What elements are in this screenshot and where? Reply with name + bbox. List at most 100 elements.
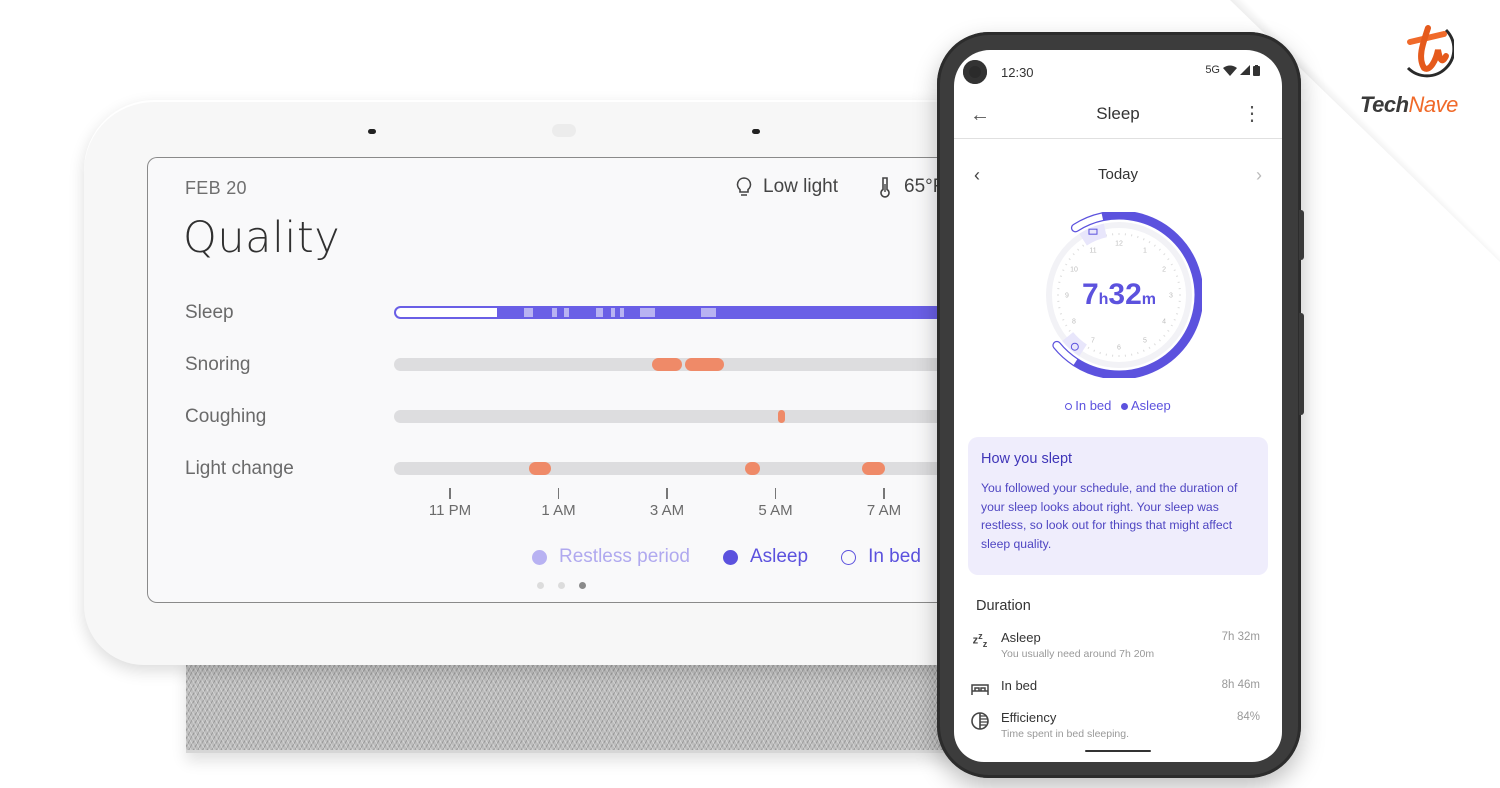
legend-in-bed: In bed <box>841 546 921 568</box>
wifi-icon <box>1223 65 1237 76</box>
duration-label: Efficiency <box>1001 710 1057 725</box>
duration-label: In bed <box>1001 678 1038 693</box>
status-bar: 12:30 5G <box>954 50 1282 94</box>
page-dot-2[interactable] <box>558 582 565 589</box>
speaker-fabric-base <box>186 655 956 753</box>
lightbulb-icon <box>736 177 752 196</box>
tick-label: 5 AM <box>758 502 793 519</box>
duration-minutes: 32 <box>1108 278 1142 311</box>
snoring-event <box>685 358 724 371</box>
hub-title: Quality <box>183 213 341 263</box>
axis-tick: 11 PM <box>420 488 480 519</box>
battery-icon <box>1253 64 1260 76</box>
legend-restless-label: Restless period <box>559 546 690 567</box>
app-title: Sleep <box>1096 104 1140 123</box>
signal-icon <box>1240 65 1250 75</box>
row-label-snoring: Snoring <box>185 354 251 375</box>
asleep-dot-icon <box>722 549 738 565</box>
insight-body: You followed your schedule, and the dura… <box>981 481 1238 551</box>
how-you-slept-card[interactable]: How you slept You followed your schedule… <box>968 437 1268 575</box>
technave-wordmark: TechNave <box>1360 92 1458 118</box>
axis-tick: 1 AM <box>529 488 589 519</box>
legend-asleep-label: Asleep <box>749 546 809 567</box>
hub-date: FEB 20 <box>185 178 247 198</box>
snoring-event <box>652 358 682 371</box>
technave-logo: TechNave <box>1356 20 1496 120</box>
tick-label: 1 AM <box>541 502 576 519</box>
page-dot-1[interactable] <box>537 582 544 589</box>
temperature-status: 65°F <box>874 175 944 199</box>
tick-mark <box>449 488 451 499</box>
sleep-dial: 12 1 2 3 4 5 6 7 8 9 10 11 7 h 32 m <box>1036 210 1204 380</box>
status-time: 12:30 <box>1001 65 1034 80</box>
row-label-light-change: Light change <box>185 458 294 479</box>
thermometer-icon <box>880 177 890 198</box>
brand-part-a: Tech <box>1360 92 1409 117</box>
legend-asleep: Asleep <box>722 546 809 568</box>
bed-icon <box>971 684 989 695</box>
legend-in-bed-label: In bed <box>868 546 921 567</box>
dial-legend-in-bed: In bed <box>1075 398 1112 413</box>
snoring-timeline <box>394 358 957 371</box>
efficiency-icon <box>971 712 989 730</box>
previous-day-chevron-icon[interactable]: ‹ <box>974 165 980 186</box>
duration-label: Asleep <box>1001 630 1041 645</box>
page-dot-3[interactable] <box>579 582 586 589</box>
duration-hours-unit: h <box>1098 291 1109 308</box>
tick-mark <box>883 488 885 499</box>
home-gesture-bar[interactable] <box>1085 750 1151 752</box>
axis-tick: 7 AM <box>854 488 914 519</box>
tick-label: 7 AM <box>866 502 902 519</box>
tick-mark <box>666 488 668 499</box>
restless-segment <box>619 308 625 317</box>
page-indicator[interactable] <box>537 582 586 589</box>
hub-sensor-right <box>752 129 760 134</box>
asleep-dot-icon <box>1121 403 1129 410</box>
dial-legend: In bed Asleep <box>954 398 1282 413</box>
duration-sub: Time spent in bed sleeping. <box>1001 728 1130 740</box>
next-day-chevron-icon[interactable]: › <box>1256 165 1262 186</box>
phone-power-button <box>1299 210 1304 260</box>
light-change-event <box>529 462 552 475</box>
in-bed-circle-icon <box>1065 403 1073 410</box>
legend-restless: Restless period <box>532 546 690 568</box>
restless-segment <box>640 308 656 317</box>
phone-volume-button <box>1299 313 1304 415</box>
hub-light-sensor <box>552 124 576 137</box>
hub-sensor-left <box>368 129 376 134</box>
duration-sub: You usually need around 7h 20m <box>1001 648 1155 660</box>
coughing-event <box>778 410 786 423</box>
insight-title: How you slept <box>981 451 1073 467</box>
restless-segment <box>595 308 604 317</box>
day-navigator: ‹ Today › <box>954 165 1282 186</box>
technave-mark-icon <box>1406 25 1454 78</box>
coughing-timeline <box>394 410 957 423</box>
restless-dot-icon <box>532 549 547 565</box>
zzz-icon: zzz <box>972 631 988 649</box>
restless-segment <box>701 308 717 317</box>
dial-legend-asleep: Asleep <box>1131 398 1171 413</box>
light-change-event <box>862 462 885 475</box>
tick-mark <box>774 488 777 499</box>
restless-segment <box>610 308 615 317</box>
light-label: Low light <box>763 176 838 197</box>
duration-minutes-unit: m <box>1141 291 1157 308</box>
hub-legend: Restless period Asleep In bed <box>532 546 921 568</box>
restless-segment <box>524 308 534 317</box>
phone-screen: 12:30 5G ← Sleep ⋮ ‹ Today › 12 1 2 3 4 5 6 7 8 9… <box>954 50 1282 762</box>
light-status: Low light <box>733 175 838 199</box>
sleep-timeline <box>394 306 957 319</box>
row-label-coughing: Coughing <box>185 406 267 427</box>
tick-label: 3 AM <box>649 502 685 519</box>
axis-tick: 5 AM <box>746 488 806 519</box>
hub-screen: FEB 20 Quality Low light 65°F Sleep Snor… <box>147 157 957 603</box>
app-bar: ← Sleep ⋮ <box>954 94 1282 139</box>
duration-value: 7h 32m <box>1221 631 1260 643</box>
duration-title: Duration <box>976 598 1031 614</box>
duration-hours: 7 <box>1081 278 1099 311</box>
stage: FEB 20 Quality Low light 65°F Sleep Snor… <box>0 0 1500 788</box>
duration-value: 8h 46m <box>1221 679 1260 691</box>
more-options-icon[interactable]: ⋮ <box>1242 104 1262 124</box>
tick-mark <box>557 488 560 499</box>
network-type: 5G <box>1205 64 1220 76</box>
